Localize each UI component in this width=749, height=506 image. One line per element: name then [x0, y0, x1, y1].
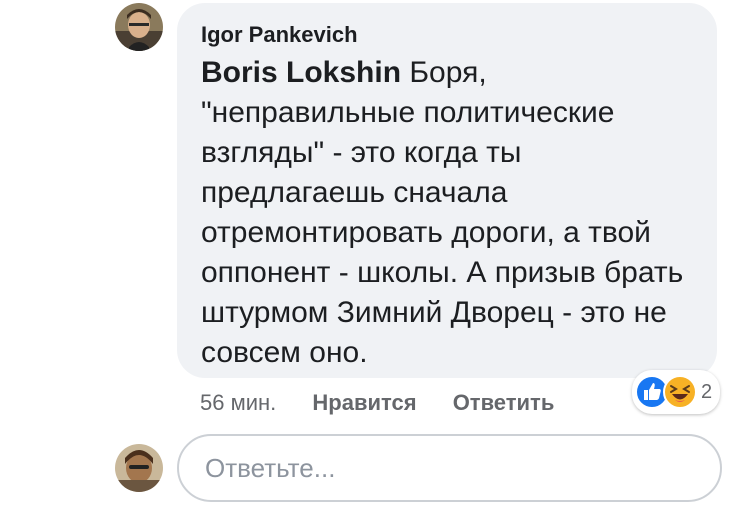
- current-user-avatar: [115, 444, 163, 492]
- comment-text: Boris Lokshin Боря, "неправильные полити…: [201, 53, 693, 373]
- author-avatar[interactable]: [115, 3, 163, 51]
- reply-button[interactable]: Ответить: [453, 385, 555, 421]
- comment-author-name[interactable]: Igor Pankevich: [201, 21, 693, 49]
- reaction-summary[interactable]: 2: [632, 370, 721, 414]
- mentioned-user[interactable]: Boris Lokshin: [201, 56, 401, 89]
- comment-body: Боря, "неправильные политические взгляды…: [201, 56, 684, 369]
- like-button[interactable]: Нравится: [312, 385, 416, 421]
- haha-icon: [663, 375, 697, 409]
- comment-actions: 56 мин. Нравится Ответить: [200, 385, 584, 421]
- reply-box[interactable]: [177, 434, 722, 502]
- comment-bubble: Igor Pankevich Boris Lokshin Боря, "непр…: [177, 3, 717, 378]
- comment-timestamp[interactable]: 56 мин.: [200, 385, 276, 421]
- reply-input[interactable]: [203, 451, 687, 485]
- reaction-count: 2: [701, 380, 713, 403]
